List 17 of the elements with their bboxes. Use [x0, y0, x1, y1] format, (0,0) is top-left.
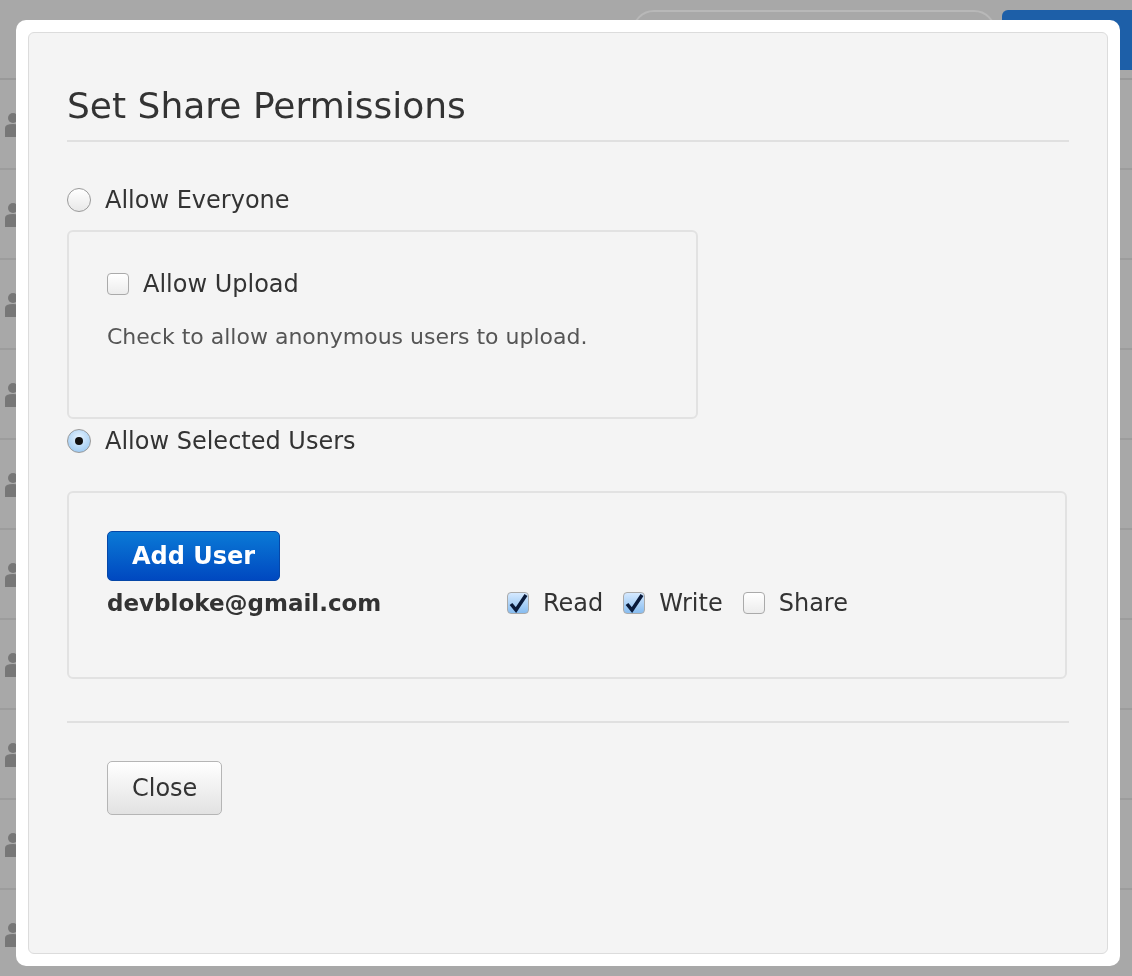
checkbox[interactable]: [507, 592, 529, 614]
user-email: devbloke@gmail.com: [107, 590, 383, 616]
checkbox[interactable]: [742, 592, 765, 614]
help-text: Check to allow anonymous users to upload.: [107, 324, 589, 349]
checkbox[interactable]: [623, 592, 646, 614]
radio-label[interactable]: Allow Selected Users: [105, 427, 356, 455]
add-user-button[interactable]: Add User: [107, 531, 281, 581]
checkbox-label[interactable]: Write: [659, 589, 723, 617]
checkbox[interactable]: [107, 273, 129, 295]
checkbox-label[interactable]: Allow Upload: [143, 270, 299, 298]
close-button[interactable]: Close: [107, 761, 223, 815]
checkbox-label[interactable]: Share: [778, 589, 848, 617]
checkbox-label[interactable]: Read: [543, 589, 604, 617]
dialog-title: Set Share Permissions: [67, 33, 1069, 142]
radio-button[interactable]: [67, 188, 91, 212]
radio-button[interactable]: [67, 429, 91, 453]
radio-label[interactable]: Allow Everyone: [105, 186, 290, 214]
